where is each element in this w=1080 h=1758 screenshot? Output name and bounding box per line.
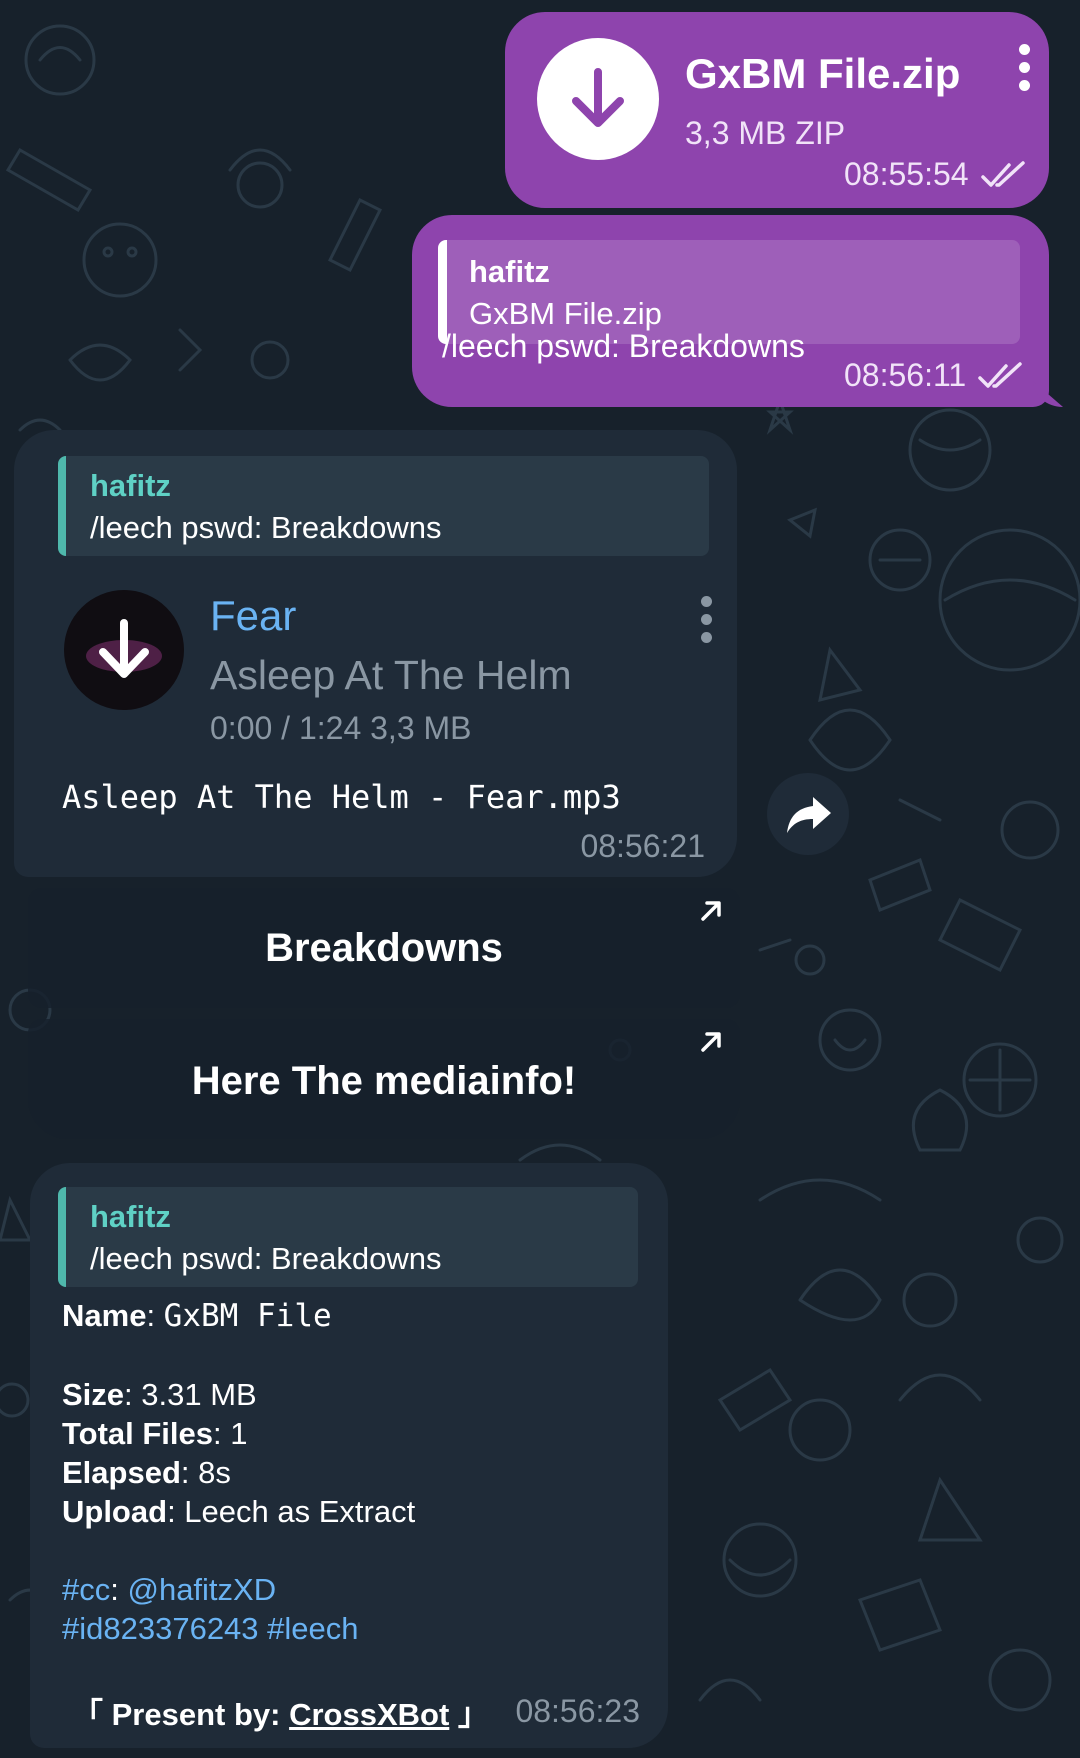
- track-artist: Asleep At The Helm: [210, 652, 572, 698]
- outgoing-file-message[interactable]: GxBM File.zip 3,3 MB ZIP 08:55:54: [505, 12, 1049, 208]
- inline-button-label: Breakdowns: [265, 926, 503, 970]
- reply-sender: hafitz: [90, 1199, 171, 1234]
- info-files-label: Total Files: [62, 1416, 214, 1451]
- inline-button-label: Here The mediainfo!: [191, 1059, 577, 1103]
- present-by-line: 「 Present by: CrossXBot 」: [72, 1689, 489, 1734]
- reply-sender: hafitz: [90, 468, 171, 503]
- info-name-row: Name: GxBM File: [62, 1298, 332, 1334]
- file-name: GxBM File.zip: [685, 50, 961, 97]
- hashtag-id[interactable]: #id823376243: [62, 1611, 259, 1646]
- info-size-value: 3.31 MB: [141, 1377, 257, 1412]
- info-size-row: Size: 3.31 MB: [62, 1377, 257, 1412]
- inline-button-mediainfo[interactable]: Here The mediainfo!: [28, 1019, 740, 1139]
- info-elapsed-value: 8s: [198, 1455, 231, 1490]
- forward-button[interactable]: [767, 773, 849, 855]
- download-icon: [86, 619, 162, 678]
- audio-download-button[interactable]: [64, 590, 184, 710]
- bracket-close: 」: [457, 1697, 489, 1732]
- incoming-info-message[interactable]: hafitz /leech pswd: Breakdowns Name: GxB…: [30, 1163, 668, 1748]
- file-size: 3,3 MB ZIP: [685, 115, 846, 151]
- mention-link[interactable]: @hafitzXD: [127, 1572, 276, 1607]
- outgoing-reply-message[interactable]: hafitz GxBM File.zip /leech pswd: Breakd…: [412, 215, 1049, 407]
- reply-quote[interactable]: hafitz /leech pswd: Breakdowns: [58, 456, 709, 556]
- message-meta: 08:56:11: [844, 357, 1026, 394]
- info-upload-value: Leech as Extract: [184, 1494, 416, 1529]
- track-title: Fear: [210, 592, 297, 639]
- info-files-value: 1: [230, 1416, 248, 1451]
- cc-row: #cc: @hafitzXD: [62, 1572, 277, 1607]
- info-name-label: Name: [62, 1298, 147, 1333]
- info-upload-row: Upload: Leech as Extract: [62, 1494, 416, 1529]
- read-check-icon: [978, 361, 1022, 388]
- reply-text: /leech pswd: Breakdowns: [90, 510, 442, 545]
- hashtag-leech[interactable]: #leech: [267, 1611, 358, 1646]
- bot-link[interactable]: CrossXBot: [289, 1697, 449, 1732]
- inline-button-breakdowns[interactable]: Breakdowns: [28, 888, 740, 1008]
- message-time: 08:56:21: [580, 828, 705, 864]
- hashtag-cc[interactable]: #cc: [62, 1572, 110, 1607]
- info-upload-label: Upload: [62, 1494, 168, 1529]
- track-duration-size: 0:00 / 1:24 3,3 MB: [210, 710, 472, 746]
- download-button[interactable]: [537, 38, 659, 160]
- message-time: 08:56:23: [515, 1693, 640, 1729]
- reply-text: /leech pswd: Breakdowns: [90, 1241, 442, 1276]
- download-icon: [572, 68, 624, 127]
- more-vertical-icon[interactable]: [701, 596, 713, 650]
- present-label: Present by:: [111, 1697, 281, 1732]
- message-time: 08:56:11: [844, 357, 967, 393]
- message-text: /leech pswd: Breakdowns: [442, 328, 805, 364]
- external-link-arrow-icon: [701, 1032, 721, 1052]
- tags-row: #id823376243 #leech: [62, 1611, 359, 1647]
- message-meta: 08:55:54: [844, 156, 1029, 193]
- info-elapsed-row: Elapsed: 8s: [62, 1455, 231, 1490]
- reply-sender: hafitz: [469, 254, 550, 289]
- info-size-label: Size: [62, 1377, 125, 1412]
- reply-quote[interactable]: hafitz /leech pswd: Breakdowns: [58, 1187, 638, 1287]
- incoming-audio-message[interactable]: hafitz /leech pswd: Breakdowns Fear Asle…: [14, 430, 737, 877]
- message-time: 08:55:54: [844, 156, 969, 192]
- read-check-icon: [980, 160, 1025, 187]
- audio-file-caption: Asleep At The Helm - Fear.mp3: [62, 778, 621, 816]
- share-arrow-icon: [787, 797, 831, 833]
- bracket-open: 「: [72, 1697, 103, 1732]
- info-files-row: Total Files: 1: [62, 1416, 248, 1451]
- info-elapsed-label: Elapsed: [62, 1455, 181, 1490]
- reply-text: GxBM File.zip: [469, 296, 662, 331]
- info-name-value: GxBM File: [163, 1298, 332, 1334]
- more-vertical-icon[interactable]: [1019, 44, 1031, 98]
- external-link-arrow-icon: [701, 901, 721, 921]
